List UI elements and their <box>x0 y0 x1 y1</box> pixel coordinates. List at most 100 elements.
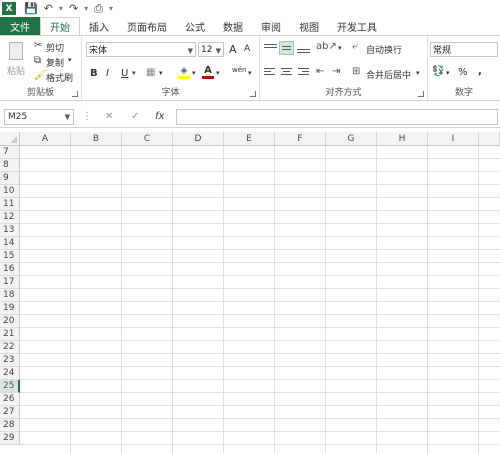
tab-file[interactable]: 文件 <box>0 17 40 35</box>
row-header[interactable]: 12 <box>0 211 20 224</box>
column-header[interactable]: E <box>224 132 275 146</box>
grow-font-button[interactable]: A <box>229 43 237 56</box>
row-header[interactable]: 22 <box>0 341 20 354</box>
column-header[interactable]: F <box>275 132 326 146</box>
orientation-dropdown-icon[interactable]: ▾ <box>338 44 342 52</box>
tab-page-layout[interactable]: 页面布局 <box>118 17 176 35</box>
align-top-icon[interactable] <box>264 42 277 55</box>
font-size-select[interactable]: 12 ▼ <box>198 42 224 57</box>
fill-color-icon[interactable]: ◈ <box>178 66 190 79</box>
borders-icon[interactable]: ▦ <box>146 67 155 78</box>
row-header[interactable]: 29 <box>0 432 20 445</box>
row-header[interactable]: 17 <box>0 276 20 289</box>
row-header[interactable]: 16 <box>0 263 20 276</box>
redo-dropdown-icon[interactable]: ▾ <box>84 4 88 13</box>
paste-button[interactable]: 粘贴 <box>6 40 28 78</box>
print-preview-icon[interactable]: ⎙ <box>94 2 103 16</box>
font-name-select[interactable]: 宋体 ▼ <box>86 42 196 57</box>
cell-area[interactable] <box>20 146 500 453</box>
merge-dropdown-icon[interactable]: ▾ <box>416 69 420 77</box>
row-header[interactable]: 15 <box>0 250 20 263</box>
column-header[interactable]: B <box>71 132 122 146</box>
shrink-font-button[interactable]: A <box>244 44 250 54</box>
customize-qat-icon[interactable]: ▾ <box>109 4 113 13</box>
percent-button[interactable]: % <box>458 67 468 78</box>
tab-review[interactable]: 审阅 <box>252 17 290 35</box>
enter-icon[interactable]: ✓ <box>131 111 139 122</box>
tab-view[interactable]: 视图 <box>290 17 328 35</box>
align-center-icon[interactable] <box>280 66 293 79</box>
row-header[interactable]: 25 <box>0 380 20 393</box>
align-right-icon[interactable] <box>296 66 309 79</box>
row-header[interactable]: 9 <box>0 172 20 185</box>
insert-function-icon[interactable]: fx <box>155 111 164 122</box>
phonetic-button[interactable]: wén <box>232 66 246 74</box>
row-header[interactable]: 23 <box>0 354 20 367</box>
row-header[interactable]: 11 <box>0 198 20 211</box>
copy-button[interactable]: 复制 <box>46 56 64 69</box>
bold-button[interactable]: B <box>90 68 98 79</box>
row-header[interactable]: 10 <box>0 185 20 198</box>
number-group-label: 数字 <box>454 88 473 98</box>
format-painter-button[interactable]: 格式刷 <box>46 71 73 84</box>
row-header[interactable]: 20 <box>0 315 20 328</box>
undo-icon[interactable]: ↶ <box>44 2 53 16</box>
number-format-select[interactable]: 常规 <box>430 42 498 57</box>
currency-dropdown-icon[interactable]: ▾ <box>446 69 450 77</box>
copy-dropdown-icon[interactable]: ▾ <box>68 56 72 64</box>
row-header[interactable]: 7 <box>0 146 20 159</box>
column-header[interactable]: H <box>377 132 428 146</box>
clipboard-launcher-icon[interactable] <box>72 91 78 97</box>
font-color-dropdown-icon[interactable]: ▾ <box>216 69 220 77</box>
font-launcher-icon[interactable] <box>250 91 256 97</box>
row-header[interactable]: 14 <box>0 237 20 250</box>
alignment-launcher-icon[interactable] <box>418 91 424 97</box>
cancel-icon[interactable]: ✕ <box>105 111 113 122</box>
cut-button[interactable]: 剪切 <box>46 41 64 54</box>
currency-icon[interactable]: 💱 <box>432 66 444 77</box>
font-color-icon[interactable]: A <box>202 65 214 79</box>
column-header[interactable]: I <box>428 132 479 146</box>
worksheet-grid[interactable]: A B C D E F G H I 7 8 9 10 11 12 13 14 15 16 17 18 19 20 21 22 23… <box>0 132 500 453</box>
row-header[interactable]: 18 <box>0 289 20 302</box>
tab-data[interactable]: 数据 <box>214 17 252 35</box>
row-header[interactable]: 24 <box>0 367 20 380</box>
orientation-icon[interactable]: ab↗ <box>316 41 337 52</box>
underline-dropdown-icon[interactable]: ▾ <box>132 69 136 77</box>
name-box[interactable]: M25 ▼ <box>4 109 74 125</box>
tab-formulas[interactable]: 公式 <box>176 17 214 35</box>
wrap-text-button[interactable]: 自动换行 <box>366 43 402 56</box>
redo-icon[interactable]: ↷ <box>69 2 78 16</box>
undo-dropdown-icon[interactable]: ▾ <box>59 4 63 13</box>
decrease-indent-icon[interactable]: ⇤ <box>316 66 324 77</box>
row-header[interactable]: 13 <box>0 224 20 237</box>
column-header[interactable]: G <box>326 132 377 146</box>
phonetic-dropdown-icon[interactable]: ▾ <box>248 69 252 77</box>
row-header[interactable]: 28 <box>0 419 20 432</box>
row-header[interactable]: 21 <box>0 328 20 341</box>
comma-button[interactable]: , <box>478 66 482 77</box>
formula-input[interactable] <box>176 109 498 125</box>
row-header[interactable]: 27 <box>0 406 20 419</box>
fill-color-dropdown-icon[interactable]: ▾ <box>192 69 196 77</box>
align-middle-icon[interactable] <box>279 41 294 55</box>
borders-dropdown-icon[interactable]: ▾ <box>159 69 163 77</box>
align-bottom-icon[interactable] <box>297 42 310 55</box>
column-header[interactable]: D <box>173 132 224 146</box>
align-left-icon[interactable] <box>264 66 277 79</box>
row-header[interactable]: 19 <box>0 302 20 315</box>
select-all-button[interactable] <box>0 132 20 146</box>
italic-button[interactable]: I <box>106 68 109 79</box>
underline-button[interactable]: U <box>121 68 128 79</box>
merge-center-button[interactable]: 合并后居中 <box>366 68 411 81</box>
row-header[interactable]: 26 <box>0 393 20 406</box>
row-header[interactable]: 8 <box>0 159 20 172</box>
tab-insert[interactable]: 插入 <box>80 17 118 35</box>
column-header[interactable]: C <box>122 132 173 146</box>
save-icon[interactable]: 💾 <box>24 2 38 16</box>
column-header[interactable]: A <box>20 132 71 146</box>
tab-developer[interactable]: 开发工具 <box>328 17 386 35</box>
ribbon-tabs: 文件 开始 插入 页面布局 公式 数据 审阅 视图 开发工具 <box>0 17 500 35</box>
increase-indent-icon[interactable]: ⇥ <box>332 66 340 77</box>
tab-home[interactable]: 开始 <box>40 17 80 35</box>
